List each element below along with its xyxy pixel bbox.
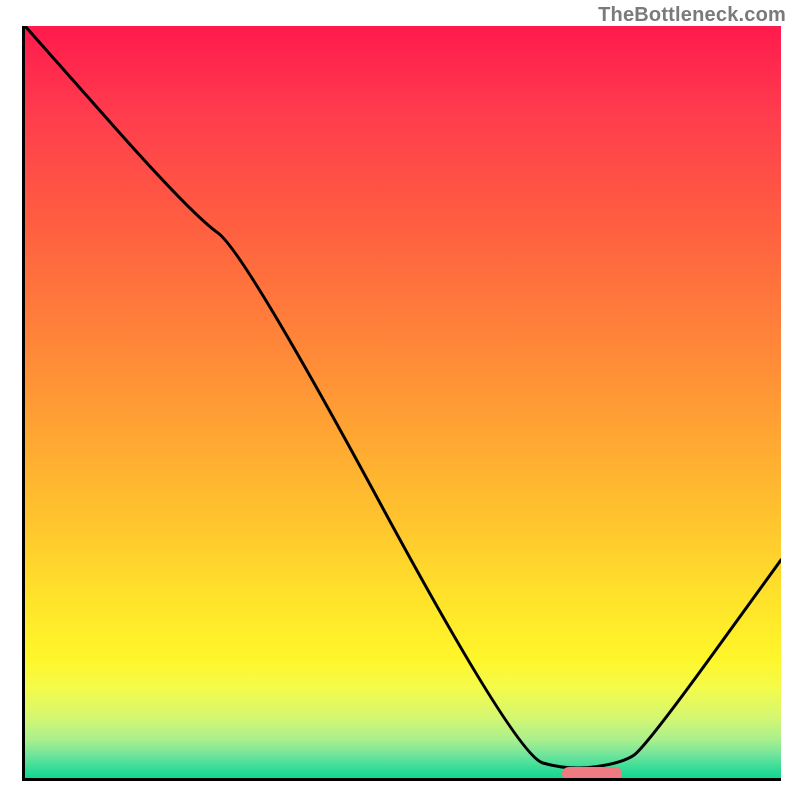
watermark-text: TheBottleneck.com [598,4,786,27]
curve-path [25,26,781,768]
chart-plot-area [22,26,781,781]
chart-highlight-marker [562,767,622,781]
chart-line-curve [25,26,781,778]
